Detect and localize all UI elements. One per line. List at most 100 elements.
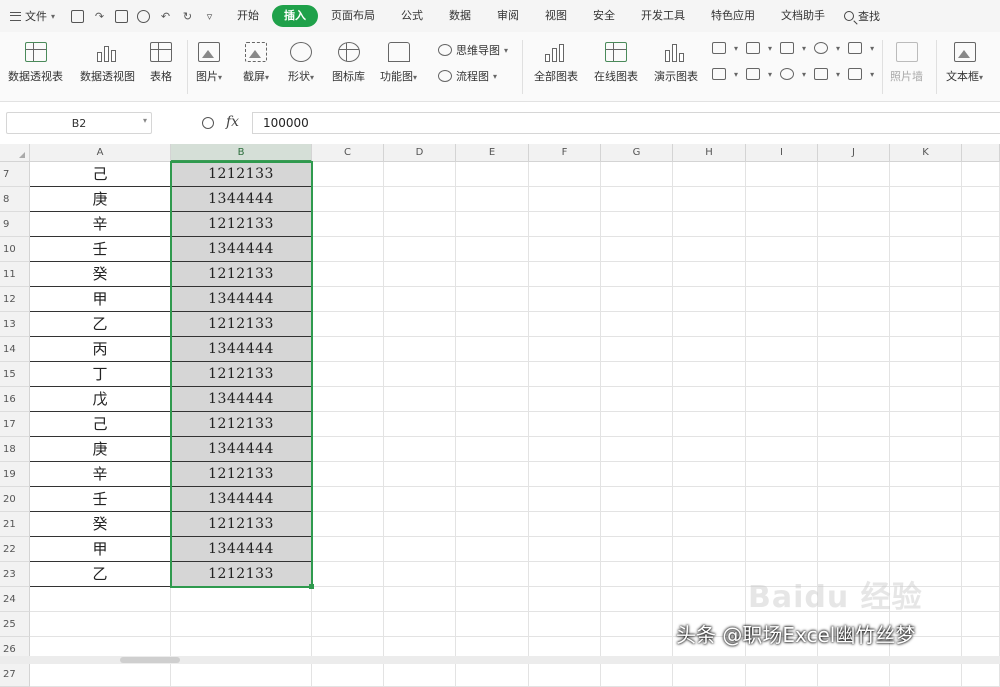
cell-c21[interactable]: [312, 512, 384, 537]
cell-partial[interactable]: [962, 487, 1000, 512]
cell-a24[interactable]: [30, 587, 171, 612]
online-charts-button[interactable]: 在线图表: [594, 42, 638, 84]
cell-b12[interactable]: 1344444: [171, 287, 312, 312]
cell-b21[interactable]: 1212133: [171, 512, 312, 537]
cell-k15[interactable]: [890, 362, 962, 387]
cell-a11[interactable]: 癸: [30, 262, 171, 287]
cell-b10[interactable]: 1344444: [171, 237, 312, 262]
export-icon[interactable]: ↷: [93, 10, 106, 23]
cell-partial[interactable]: [962, 662, 1000, 687]
cell-a12[interactable]: 甲: [30, 287, 171, 312]
cell-h13[interactable]: [673, 312, 746, 337]
cell-b11[interactable]: 1212133: [171, 262, 312, 287]
cell-b24[interactable]: [171, 587, 312, 612]
cell-i20[interactable]: [746, 487, 818, 512]
cell-c24[interactable]: [312, 587, 384, 612]
cell-c27[interactable]: [312, 662, 384, 687]
cell-i8[interactable]: [746, 187, 818, 212]
cell-e9[interactable]: [456, 212, 529, 237]
column-header-b[interactable]: B: [171, 144, 312, 162]
cell-a8[interactable]: 庚: [30, 187, 171, 212]
cell-g7[interactable]: [601, 162, 673, 187]
cell-f22[interactable]: [529, 537, 601, 562]
cell-e12[interactable]: [456, 287, 529, 312]
cell-b7[interactable]: 1212133: [171, 162, 312, 187]
cell-b15[interactable]: 1212133: [171, 362, 312, 387]
row-header[interactable]: 15: [0, 362, 30, 387]
cell-j15[interactable]: [818, 362, 890, 387]
cell-g15[interactable]: [601, 362, 673, 387]
tab-7[interactable]: 安全: [580, 5, 628, 27]
cell-e19[interactable]: [456, 462, 529, 487]
cell-b13[interactable]: 1212133: [171, 312, 312, 337]
cell-g19[interactable]: [601, 462, 673, 487]
cell-i11[interactable]: [746, 262, 818, 287]
tab-6[interactable]: 视图: [532, 5, 580, 27]
cell-i9[interactable]: [746, 212, 818, 237]
cell-b17[interactable]: 1212133: [171, 412, 312, 437]
cell-a21[interactable]: 癸: [30, 512, 171, 537]
cell-h11[interactable]: [673, 262, 746, 287]
cell-f7[interactable]: [529, 162, 601, 187]
cell-j14[interactable]: [818, 337, 890, 362]
cell-j20[interactable]: [818, 487, 890, 512]
cell-h17[interactable]: [673, 412, 746, 437]
cell-d14[interactable]: [384, 337, 456, 362]
cell-j13[interactable]: [818, 312, 890, 337]
cell-b25[interactable]: [171, 612, 312, 637]
row-header[interactable]: 9: [0, 212, 30, 237]
print-icon[interactable]: [115, 9, 129, 23]
cell-i18[interactable]: [746, 437, 818, 462]
save-icon[interactable]: [71, 9, 85, 23]
cell-k10[interactable]: [890, 237, 962, 262]
cell-partial[interactable]: [962, 187, 1000, 212]
cell-h10[interactable]: [673, 237, 746, 262]
cell-h21[interactable]: [673, 512, 746, 537]
cell-e18[interactable]: [456, 437, 529, 462]
cell-j27[interactable]: [818, 662, 890, 687]
cell-partial[interactable]: [962, 162, 1000, 187]
cell-c13[interactable]: [312, 312, 384, 337]
tab-3[interactable]: 公式: [388, 5, 436, 27]
shapes-button[interactable]: 形状▾: [288, 42, 314, 84]
scroll-thumb[interactable]: [120, 657, 180, 663]
cell-b14[interactable]: 1344444: [171, 337, 312, 362]
cell-k16[interactable]: [890, 387, 962, 412]
cell-k14[interactable]: [890, 337, 962, 362]
cell-f20[interactable]: [529, 487, 601, 512]
cell-e23[interactable]: [456, 562, 529, 587]
cell-d10[interactable]: [384, 237, 456, 262]
tab-1[interactable]: 插入: [272, 5, 319, 27]
cell-b9[interactable]: 1212133: [171, 212, 312, 237]
cell-partial[interactable]: [962, 362, 1000, 387]
cell-a20[interactable]: 壬: [30, 487, 171, 512]
cell-j7[interactable]: [818, 162, 890, 187]
cell-a15[interactable]: 丁: [30, 362, 171, 387]
cell-k7[interactable]: [890, 162, 962, 187]
cell-c18[interactable]: [312, 437, 384, 462]
cell-g10[interactable]: [601, 237, 673, 262]
cell-a17[interactable]: 己: [30, 412, 171, 437]
cell-f8[interactable]: [529, 187, 601, 212]
cell-f24[interactable]: [529, 587, 601, 612]
cell-d15[interactable]: [384, 362, 456, 387]
cell-f11[interactable]: [529, 262, 601, 287]
cell-j17[interactable]: [818, 412, 890, 437]
radar-chart-icon[interactable]: [814, 42, 829, 54]
cell-j8[interactable]: [818, 187, 890, 212]
stock-chart-icon[interactable]: [746, 68, 761, 80]
cell-j18[interactable]: [818, 437, 890, 462]
cell-g12[interactable]: [601, 287, 673, 312]
cell-h27[interactable]: [673, 662, 746, 687]
cell-partial[interactable]: [962, 562, 1000, 587]
row-header[interactable]: 8: [0, 187, 30, 212]
file-menu[interactable]: 文件 ▾: [0, 0, 63, 32]
row-header[interactable]: 12: [0, 287, 30, 312]
cell-f10[interactable]: [529, 237, 601, 262]
cell-d17[interactable]: [384, 412, 456, 437]
cell-g21[interactable]: [601, 512, 673, 537]
table-button[interactable]: 表格: [150, 42, 172, 84]
cell-c14[interactable]: [312, 337, 384, 362]
select-all-corner[interactable]: [0, 144, 30, 162]
cell-g16[interactable]: [601, 387, 673, 412]
